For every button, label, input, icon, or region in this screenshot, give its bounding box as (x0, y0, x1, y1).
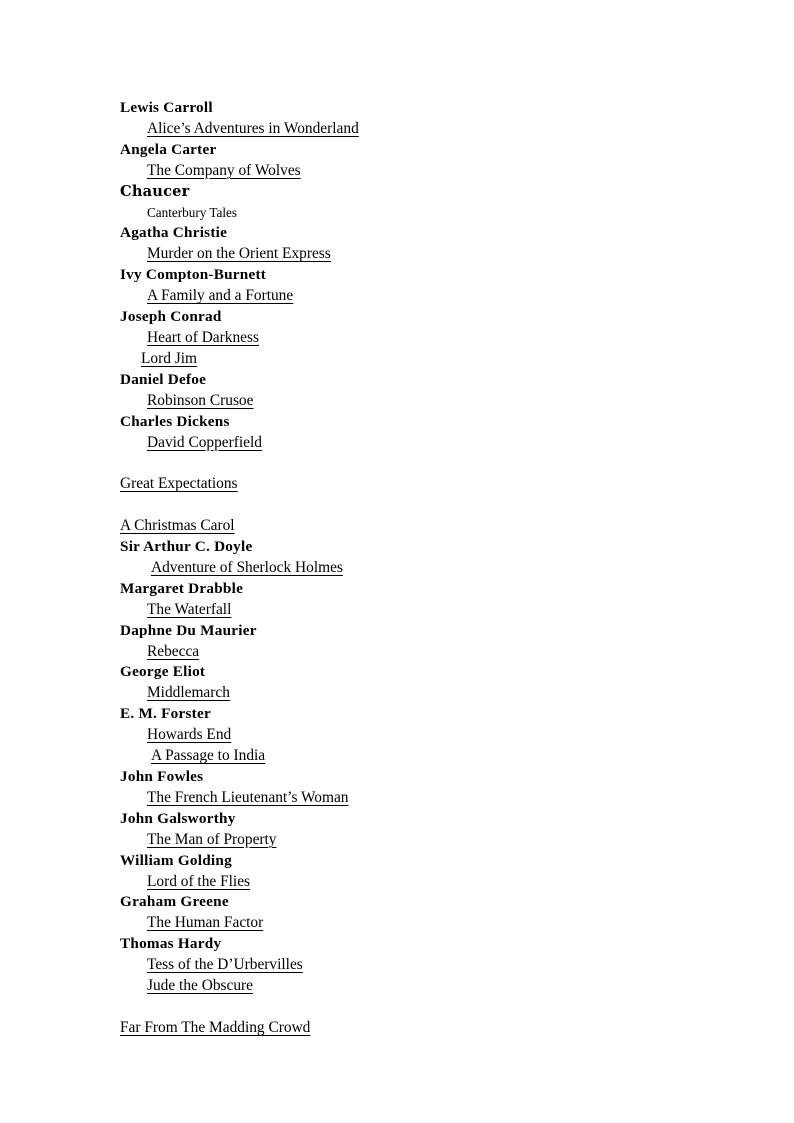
book-title[interactable]: Heart of Darkness (147, 328, 680, 349)
author-name: E. M. Forster (120, 705, 211, 723)
author-name: Lewis Carroll (120, 99, 213, 116)
book-title[interactable]: Rebecca (147, 642, 680, 663)
book-title[interactable]: Lord of the Flies (147, 872, 680, 893)
author-name: Sir Arthur C. Doyle (120, 538, 253, 556)
author-name: Daniel Defoe (120, 370, 207, 388)
book-title[interactable]: Tess of the D’Urbervilles (147, 955, 680, 976)
book-title[interactable]: Jude the Obscure (147, 976, 680, 997)
author-name: Agatha Christie (120, 224, 228, 242)
book-title[interactable]: The French Lieutenant’s Woman (147, 788, 680, 809)
author-name: Thomas Hardy (120, 935, 222, 953)
book-title[interactable]: A Family and a Fortune (147, 286, 680, 307)
author-name: John Galsworthy (120, 809, 236, 827)
author-name: William Golding (120, 851, 232, 869)
book-title[interactable]: Robinson Crusoe (147, 391, 680, 412)
book-title[interactable]: Alice’s Adventures in Wonderland (147, 119, 680, 140)
author-name: Graham Greene (120, 893, 229, 911)
author-name: John Fowles (120, 768, 204, 785)
book-title-flush[interactable]: Great Expectations (120, 474, 680, 495)
book-title[interactable]: The Man of Property (147, 830, 680, 851)
book-title[interactable]: Adventure of Sherlock Holmes (151, 558, 680, 579)
book-title[interactable]: The Waterfall (147, 600, 680, 621)
book-title[interactable]: David Copperfield (147, 433, 680, 454)
author-name: George Eliot (120, 663, 206, 681)
book-title[interactable]: Middlemarch (147, 683, 680, 704)
author-name: Chaucer (120, 182, 190, 200)
book-title[interactable]: Howards End (147, 725, 680, 746)
book-title[interactable]: Lord Jim (141, 349, 680, 370)
book-title[interactable]: The Company of Wolves (147, 161, 680, 182)
author-name: Joseph Conrad (120, 308, 222, 326)
book-title[interactable]: Canterbury Tales (147, 203, 680, 224)
author-name: Charles Dickens (120, 412, 230, 430)
document-page: Lewis Carroll Alice’s Adventures in Wonde… (0, 0, 794, 1123)
book-title[interactable]: A Passage to India (151, 746, 680, 767)
book-title[interactable]: Murder on the Orient Express (147, 244, 680, 265)
author-name: Angela Carter (120, 140, 217, 158)
book-title-flush[interactable]: A Christmas Carol (120, 516, 680, 537)
author-name: Daphne Du Maurier (120, 621, 257, 639)
author-name: Margaret Drabble (120, 579, 244, 597)
author-name: Ivy Compton-Burnett (120, 266, 267, 284)
book-title-flush[interactable]: Far From The Madding Crowd (120, 1018, 680, 1039)
book-title[interactable]: The Human Factor (147, 913, 680, 934)
reading-list-body: Lewis Carroll Alice’s Adventures in Wonde… (120, 98, 680, 1039)
